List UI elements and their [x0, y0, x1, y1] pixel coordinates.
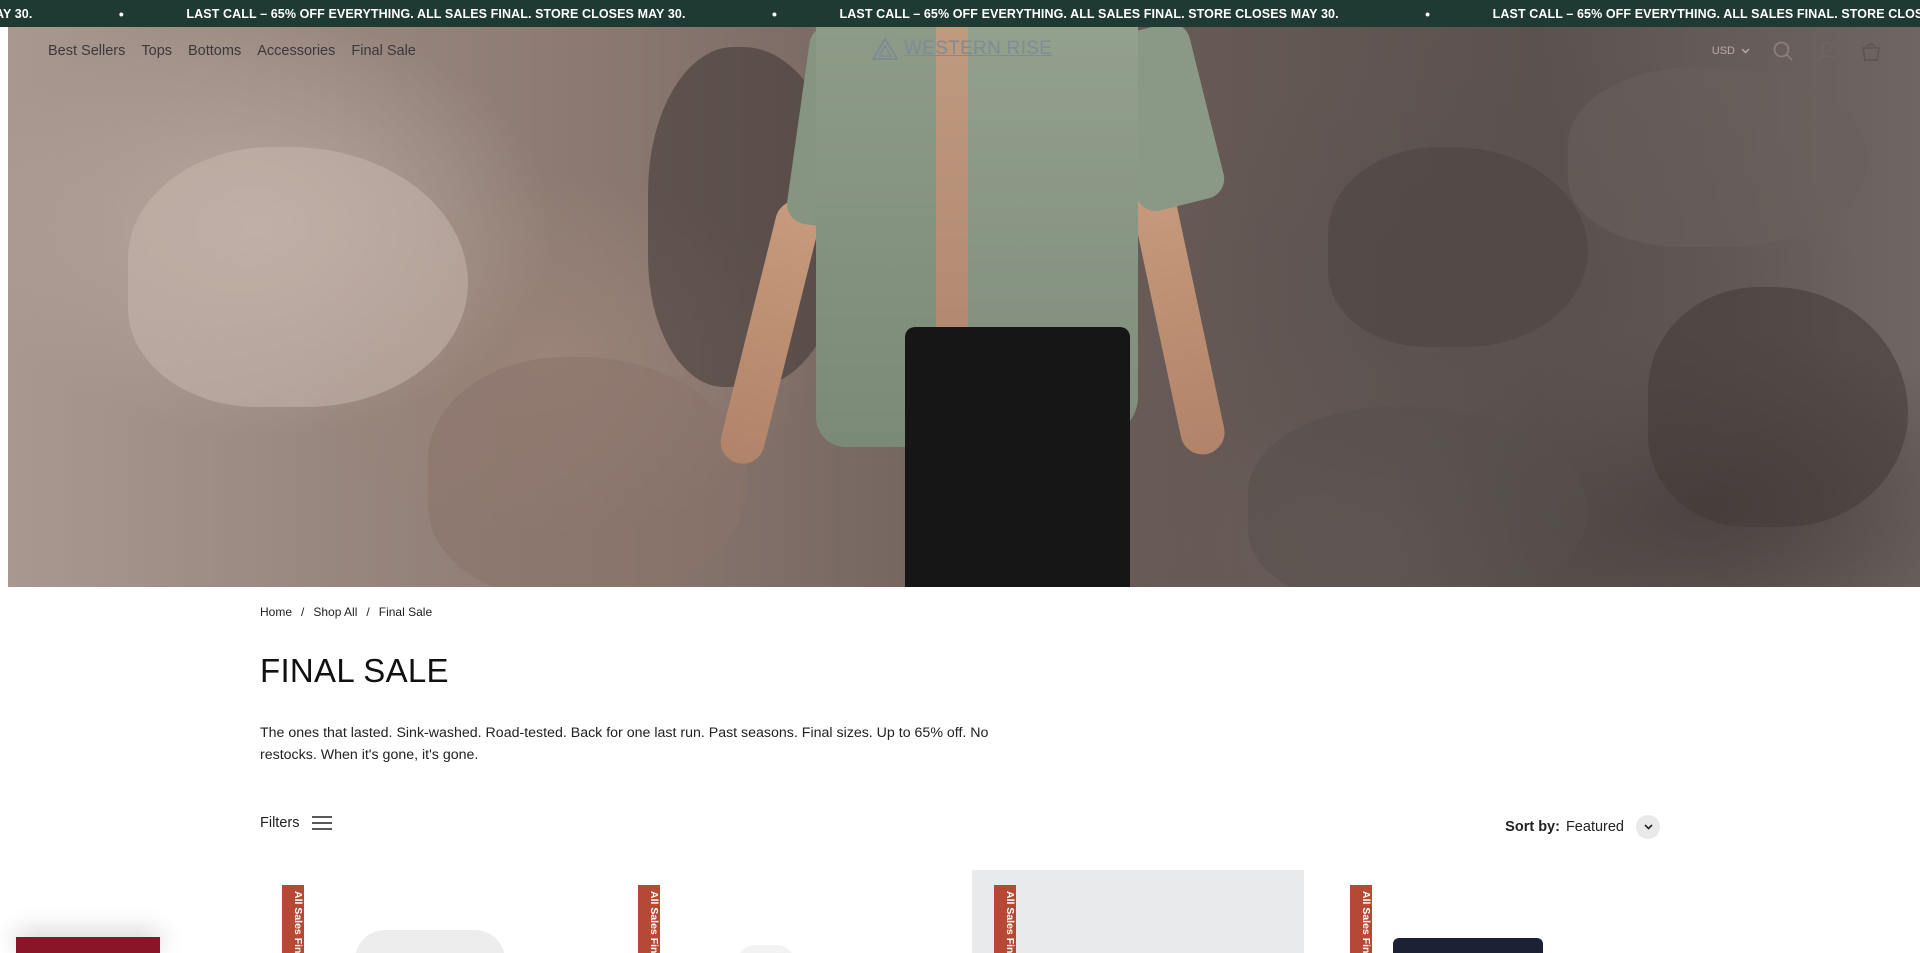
- collection-description: The ones that lasted. Sink-washed. Road-…: [260, 725, 989, 763]
- announcement-separator: •: [772, 5, 778, 22]
- product-card[interactable]: All Sales Final: [1328, 870, 1660, 953]
- currency-label: USD: [1711, 45, 1735, 57]
- sale-badge: All Sales Final: [638, 885, 660, 953]
- currency-selector[interactable]: USD: [1712, 45, 1750, 57]
- announcement-message: LAST CALL – 65% OFF EVERYTHING. ALL SALE…: [186, 6, 686, 21]
- breadcrumb-separator: /: [366, 605, 370, 619]
- logo-text: WESTERN RISE: [904, 38, 1053, 59]
- hero-figure-pants: [905, 327, 1130, 587]
- sort-toggle[interactable]: [1636, 815, 1660, 839]
- product-card[interactable]: All Sales Final: [260, 870, 592, 953]
- promo-tab[interactable]: [16, 937, 160, 953]
- header-actions: USD: [1712, 40, 1882, 62]
- chevron-down-icon: [1643, 824, 1653, 830]
- cart-icon[interactable]: [1860, 40, 1882, 62]
- nav-item-bottoms[interactable]: Bottoms: [188, 43, 241, 59]
- hero-rock: [1248, 407, 1588, 587]
- hero-rock: [128, 147, 468, 407]
- product-image: [1393, 938, 1543, 953]
- hero-rock: [1328, 147, 1588, 347]
- hero-rock: [1568, 67, 1868, 247]
- announcement-message: LAST CALL – 65% OFF EVERYTHING. ALL SALE…: [1492, 6, 1920, 21]
- nav-item-best-sellers[interactable]: Best Sellers: [48, 43, 125, 59]
- breadcrumb-current: Final Sale: [378, 605, 433, 619]
- sort-label: Sort by:: [1505, 819, 1560, 835]
- nav-item-tops[interactable]: Tops: [141, 43, 172, 59]
- nav-item-final-sale[interactable]: Final Sale: [351, 43, 415, 59]
- announcement-message: LAST CALL – 65% OFF EVERYTHING. ALL SALE…: [839, 6, 1339, 21]
- brand-logo[interactable]: WESTERN RISE: [872, 38, 1052, 60]
- hero-rock: [428, 357, 748, 587]
- product-card[interactable]: All Sales Final: [972, 870, 1304, 953]
- search-icon[interactable]: [1772, 40, 1794, 62]
- filters-button[interactable]: Filters: [260, 815, 333, 831]
- announcement-bar: ES MAY 30. • LAST CALL – 65% OFF EVERYTH…: [0, 0, 1920, 27]
- filters-label: Filters: [260, 815, 300, 831]
- product-card[interactable]: All Sales Final: [616, 870, 948, 953]
- sale-badge: All Sales Final: [994, 885, 1016, 953]
- nav-item-accessories[interactable]: Accessories: [257, 43, 335, 59]
- announcement-separator: •: [118, 5, 124, 22]
- chevron-down-icon: [1741, 48, 1750, 54]
- breadcrumb-home[interactable]: Home: [260, 605, 292, 619]
- main-nav: Best Sellers Tops Bottoms Accessories Fi…: [48, 43, 416, 59]
- page-title: FINAL SALE: [260, 652, 449, 689]
- product-image: [736, 945, 796, 953]
- sort-selector[interactable]: Sort by: Featured: [1505, 815, 1660, 839]
- sale-badge: All Sales Final: [282, 885, 304, 953]
- hero-rock: [1648, 287, 1908, 527]
- breadcrumb-separator: /: [301, 605, 305, 619]
- account-icon[interactable]: [1816, 40, 1838, 62]
- announcement-fragment: ES MAY 30.: [0, 6, 33, 21]
- logo-mark-icon: [872, 38, 898, 60]
- product-image: [355, 930, 505, 953]
- hero-image: [8, 27, 1920, 587]
- hero-figure-arm: [1127, 175, 1229, 459]
- announcement-separator: •: [1425, 5, 1431, 22]
- filter-menu-icon: [312, 816, 333, 830]
- sale-badge: All Sales Final: [1350, 885, 1372, 953]
- breadcrumb: Home / Shop All / Final Sale: [260, 605, 432, 619]
- breadcrumb-shop-all[interactable]: Shop All: [313, 605, 357, 619]
- announcement-track: ES MAY 30. • LAST CALL – 65% OFF EVERYTH…: [0, 0, 1920, 27]
- sort-value: Featured: [1565, 819, 1624, 835]
